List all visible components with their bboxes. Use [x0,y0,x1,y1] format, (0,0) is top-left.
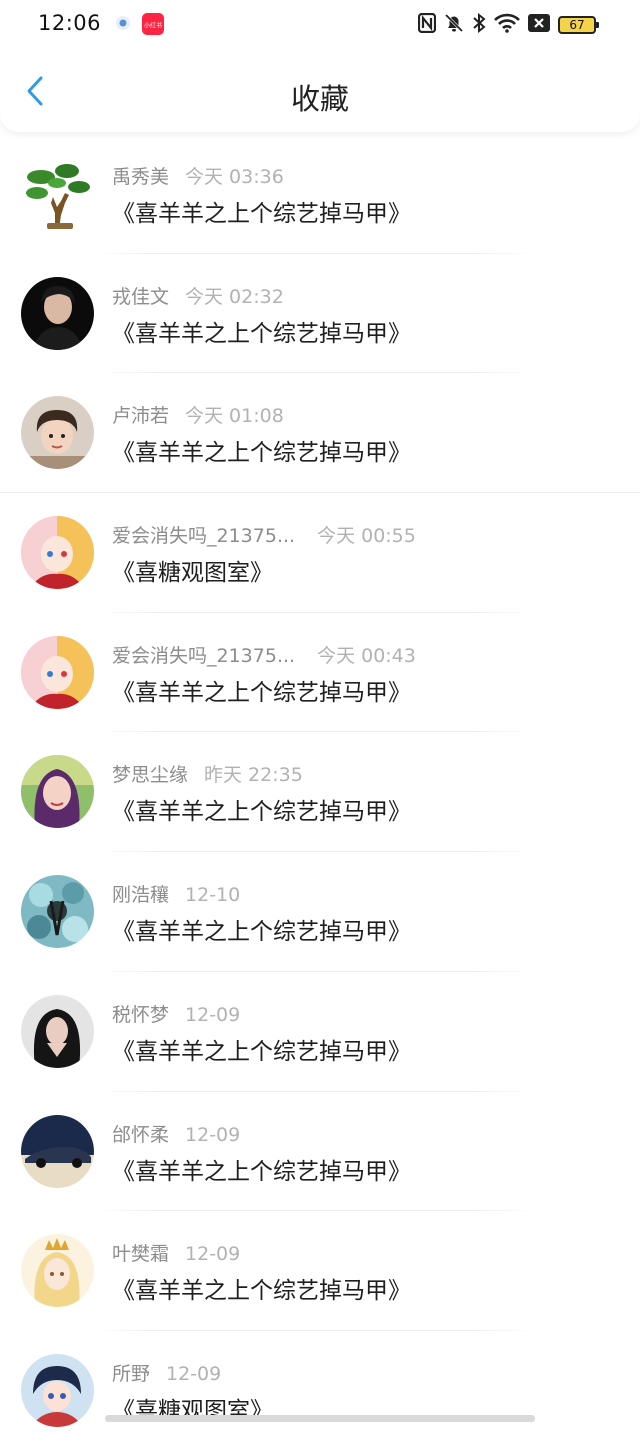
item-time: 昨天 22:35 [204,764,303,787]
item-title: 《喜羊羊之上个综艺掉马甲》 [112,1158,411,1185]
item-title: 《喜羊羊之上个综艺掉马甲》 [112,440,411,467]
item-meta: 卢沛若 今天 01:08 [112,401,284,428]
author-name: 戎佳文 [112,285,170,308]
list-item[interactable]: 刚浩穰 12-10 《喜羊羊之上个综艺掉马甲》 [0,852,640,972]
item-meta: 所野 12-09 [112,1359,221,1386]
wifi-icon [494,13,520,37]
item-time: 今天 00:43 [317,644,416,667]
author-name: 叶樊霜 [112,1243,170,1266]
author-name: 爱会消失吗_21375... [112,525,296,548]
avatar[interactable] [21,994,94,1068]
item-title: 《喜羊羊之上个综艺掉马甲》 [112,919,411,946]
avatar[interactable] [21,396,94,470]
item-time: 12-09 [185,1003,241,1026]
item-meta: 爱会消失吗_21375... 今天 00:55 [112,521,416,548]
avatar[interactable] [21,157,94,230]
item-time: 12-10 [185,884,241,907]
item-time: 今天 03:36 [185,166,284,188]
item-title: 《喜羊羊之上个综艺掉马甲》 [112,799,411,826]
list-item[interactable]: 爱会消失吗_21375... 今天 00:43 《喜羊羊之上个综艺掉马甲》 [0,613,640,733]
page-title: 收藏 [290,82,349,116]
item-time: 今天 01:08 [185,405,284,428]
list-item[interactable]: 卢沛若 今天 01:08 《喜羊羊之上个综艺掉马甲》 [0,373,640,494]
item-title: 《喜羊羊之上个综艺掉马甲》 [112,201,411,227]
avatar[interactable] [21,635,94,709]
item-title: 《喜羊羊之上个综艺掉马甲》 [112,320,411,347]
svg-text:小红书: 小红书 [144,22,162,30]
avatar[interactable] [21,875,94,949]
author-name: 所野 [112,1362,151,1385]
avatar[interactable] [21,755,94,829]
item-title: 《喜羊羊之上个综艺掉马甲》 [112,1038,411,1065]
favorites-list: 禹秀美 今天 03:36 《喜羊羊之上个综艺掉马甲》 戎佳文 今天 02:32 《喜… [0,134,640,1451]
list-item[interactable]: 爱会消失吗_21375... 今天 00:55 《喜糖观图室》 [0,493,640,613]
item-time: 12-09 [185,1243,241,1266]
list-item[interactable]: 戎佳文 今天 02:32 《喜羊羊之上个综艺掉马甲》 [0,254,640,374]
item-meta: 爱会消失吗_21375... 今天 00:43 [112,641,416,668]
battery-icon: 67 [558,16,599,34]
nav-bar: 收藏 [0,50,640,132]
item-meta: 叶樊霜 12-09 [112,1239,240,1266]
item-meta: 刚浩穰 12-10 [112,880,240,907]
author-name: 禹秀美 [112,166,170,188]
item-meta: 禹秀美 今天 03:36 [112,162,284,189]
item-title: 《喜羊羊之上个综艺掉马甲》 [112,679,411,706]
bluetooth-icon [472,12,486,37]
author-name: 爱会消失吗_21375... [112,644,296,667]
settings-dot-icon [115,15,131,35]
list-item[interactable]: 梦思尘缘 昨天 22:35 《喜羊羊之上个综艺掉马甲》 [0,732,640,853]
avatar[interactable] [21,1234,94,1308]
author-name: 邰怀柔 [112,1123,170,1146]
avatar[interactable] [21,1353,94,1427]
status-time: 12:06 [38,11,102,35]
item-meta: 税怀梦 12-09 [112,1000,240,1027]
status-icons: 67 [417,12,599,38]
item-time: 今天 00:55 [317,525,416,548]
no-sim-icon [528,13,550,37]
xiaohongshu-app-icon: 小红书 [142,13,164,39]
list-item[interactable]: 禹秀美 今天 03:36 《喜羊羊之上个综艺掉马甲》 [0,134,640,254]
item-title: 《喜羊羊之上个综艺掉马甲》 [112,1278,411,1305]
item-time: 今天 02:32 [185,285,284,308]
horizontal-scrollbar[interactable] [105,1415,535,1422]
item-meta: 戎佳文 今天 02:32 [112,282,284,309]
list-item[interactable]: 税怀梦 12-09 《喜羊羊之上个综艺掉马甲》 [0,972,640,1092]
author-name: 卢沛若 [112,405,170,428]
bell-off-icon [444,13,464,37]
item-meta: 梦思尘缘 昨天 22:35 [112,760,303,787]
avatar[interactable] [21,1114,94,1188]
item-time: 12-09 [166,1362,222,1385]
list-item[interactable]: 叶樊霜 12-09 《喜羊羊之上个综艺掉马甲》 [0,1211,640,1331]
nfc-icon [417,12,437,37]
author-name: 刚浩穰 [112,884,170,907]
item-meta: 邰怀柔 12-09 [112,1120,240,1147]
author-name: 税怀梦 [112,1003,170,1026]
item-time: 12-09 [185,1123,241,1146]
status-bar: 12:06 小红书 67 [0,0,640,50]
item-title: 《喜糖观图室》 [112,560,273,587]
author-name: 梦思尘缘 [112,764,189,787]
avatar[interactable] [21,516,94,590]
list-item[interactable]: 邰怀柔 12-09 《喜羊羊之上个综艺掉马甲》 [0,1092,640,1212]
list-item[interactable]: 所野 12-09 《喜糖观图室》 [0,1331,640,1451]
avatar[interactable] [21,276,94,350]
